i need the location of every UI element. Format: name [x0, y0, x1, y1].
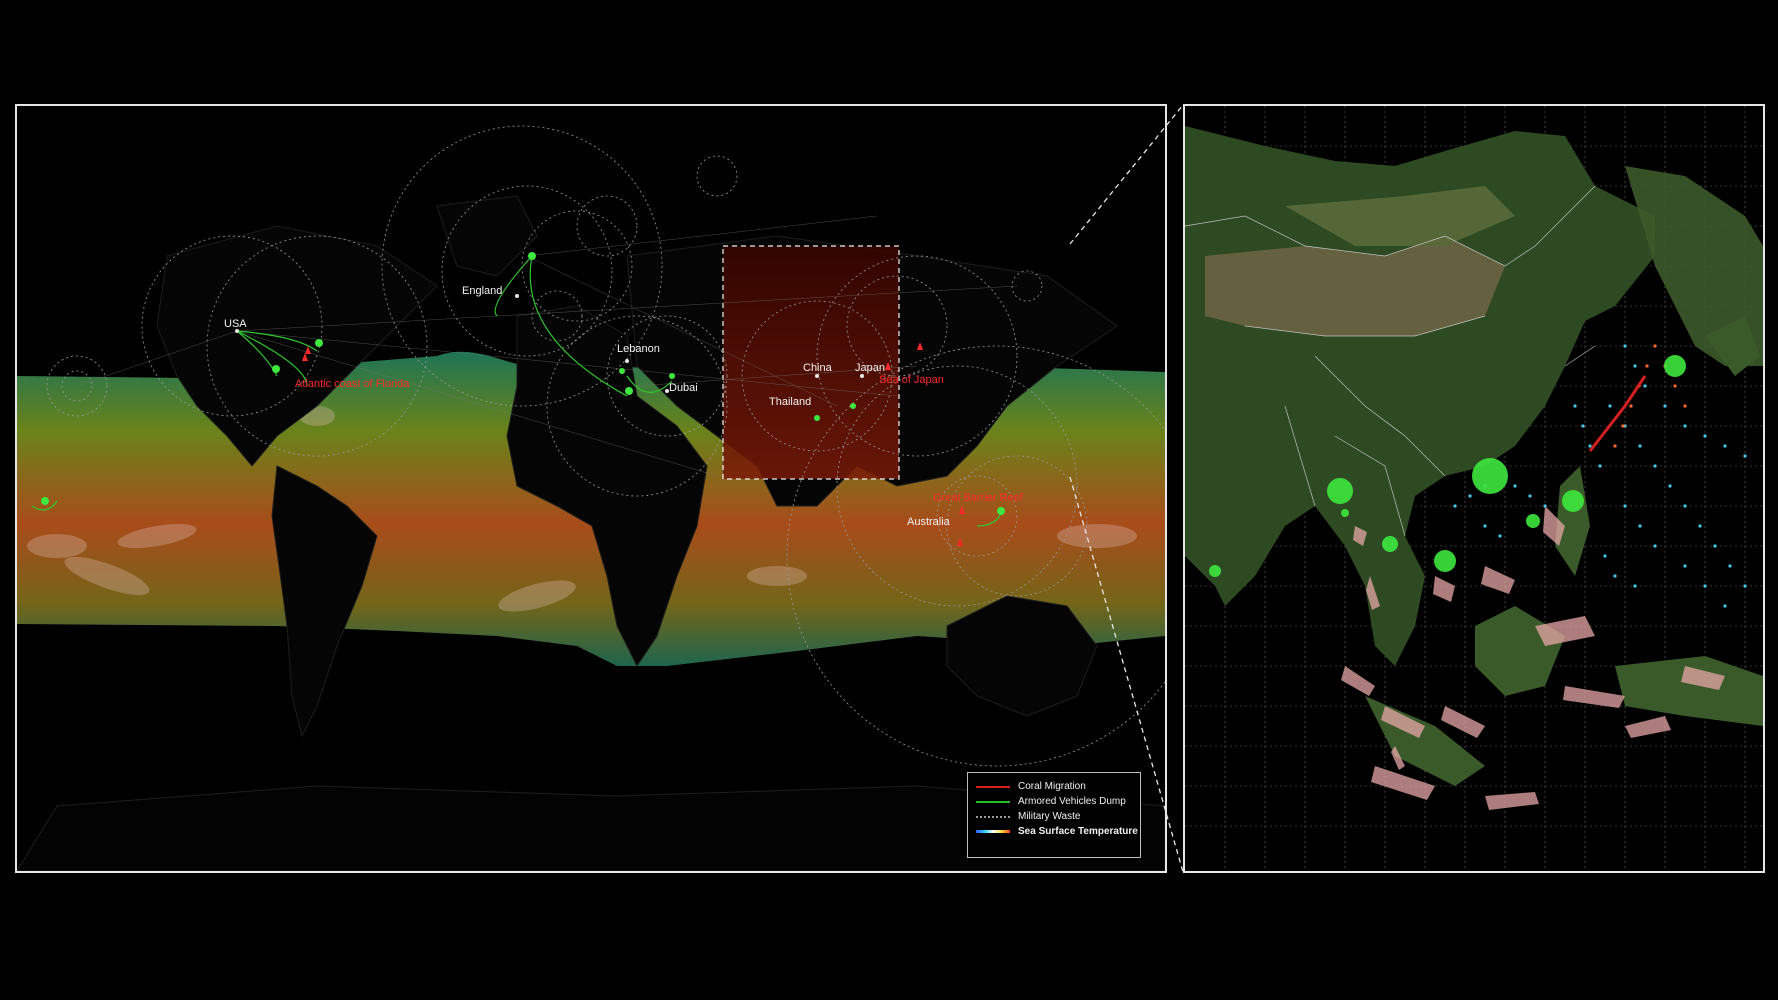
label-china: China [803, 362, 832, 374]
note-australia-site: Great Barrier Reef [933, 492, 1023, 504]
legend-sea-surface-temperature: Sea Surface Temperature [976, 824, 1138, 839]
inset-map-canvas [1185, 106, 1763, 871]
label-lebanon: Lebanon [617, 343, 660, 355]
label-japan: Japan [855, 362, 885, 374]
inset-landmass [1185, 126, 1763, 786]
world-map-canvas [17, 125, 1165, 871]
label-dubai: Dubai [669, 382, 698, 394]
legend-swatch [976, 830, 1010, 833]
map-legend: Coral Migration Armored Vehicles Dump Mi… [967, 772, 1141, 858]
label-england: England [462, 285, 503, 297]
inset-map-panel[interactable] [1183, 104, 1765, 873]
note-florida: Atlantic coast of Florida [295, 378, 410, 390]
legend-label: Armored Vehicles Dump [1018, 796, 1126, 807]
world-map-panel[interactable]: USA England Lebanon Dubai China Thailand… [15, 104, 1167, 873]
legend-swatch [976, 815, 1010, 818]
legend-label: Coral Migration [1018, 781, 1086, 792]
label-thailand: Thailand [769, 396, 812, 408]
legend-swatch [976, 785, 1010, 788]
inset-coral-migration-line [1588, 375, 1647, 452]
legend-label: Military Waste [1018, 811, 1081, 822]
legend-label: Sea Surface Temperature [1018, 826, 1138, 837]
legend-swatch [976, 800, 1010, 803]
label-australia: Australia [907, 516, 950, 528]
note-japan-sea: Sea of Japan [879, 374, 944, 386]
legend-military-waste: Military Waste [976, 809, 1132, 824]
legend-coral-migration: Coral Migration [976, 779, 1132, 794]
legend-armored-vehicles-dump: Armored Vehicles Dump [976, 794, 1132, 809]
label-usa: USA [224, 318, 247, 330]
